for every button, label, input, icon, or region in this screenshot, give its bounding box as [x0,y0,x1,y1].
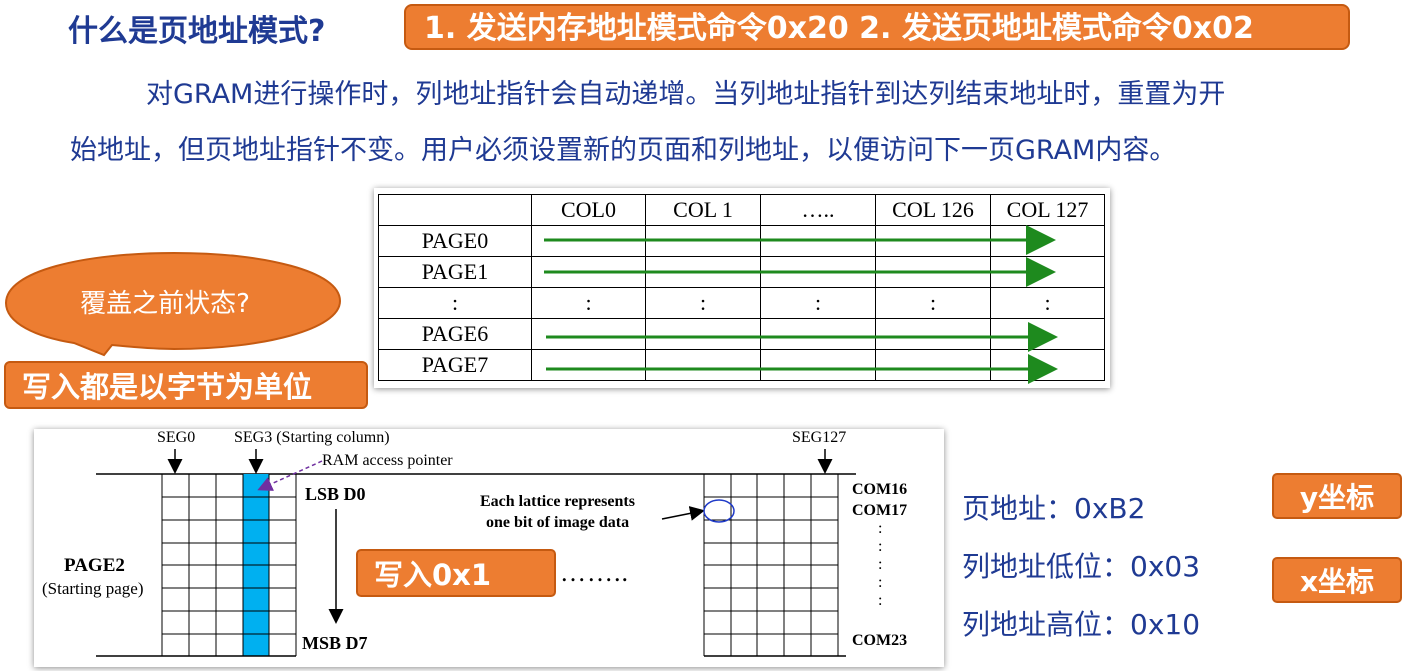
column-low-address-text: 列地址低位：0x03 [962,550,1201,583]
com16-label: COM16 [852,481,908,498]
com-vertical-dots: ::::: [878,520,883,609]
lattice-circle-icon [703,499,735,523]
lsb-label: LSB D0 [305,484,366,504]
com23-label: COM23 [852,632,908,649]
lattice-arrow [661,505,705,521]
com17-label: COM17 [852,502,908,519]
x-coordinate-button[interactable]: x坐标 [1272,557,1402,603]
description-line-2: 始地址，但页地址指针不变。用户必须设置新的页面和列地址，以便访问下一页GRAM内… [70,135,1177,166]
seg3-label: SEG3 (Starting column) [234,429,390,446]
page-title: 什么是页地址模式? [68,14,326,49]
callout-text: 覆盖之前状态? [80,289,250,319]
seg127-label: SEG127 [792,429,847,446]
y-coordinate-button[interactable]: y坐标 [1272,473,1402,519]
column-high-address-text: 列地址高位：0x10 [962,608,1201,641]
msb-label: MSB D7 [302,633,368,653]
lattice-label-line-1: Each lattice represents [480,493,635,510]
command-banner: 1. 发送内存地址模式命令0x20 2. 发送页地址模式命令0x02 [404,4,1350,50]
page-direction-arrows [544,225,1058,384]
write-value-banner: 写入0x1 [356,549,556,597]
left-grid [161,474,297,656]
lattice-label-line-2: one bit of image data [486,514,630,531]
continuation-dots: …….. [560,558,629,587]
gram-grid-diagram [96,449,856,657]
byte-unit-banner: 写入都是以字节为单位 [4,361,368,409]
starting-page-label: (Starting page) [42,579,144,598]
description-line-1: 对GRAM进行操作时，列地址指针会自动递增。当列地址指针到达列结束地址时，重置为… [146,79,1226,110]
page2-label: PAGE2 [64,555,125,576]
page-address-text: 页地址：0xB2 [962,492,1146,525]
seg0-label: SEG0 [157,429,196,446]
ram-pointer-label: RAM access pointer [322,452,453,469]
